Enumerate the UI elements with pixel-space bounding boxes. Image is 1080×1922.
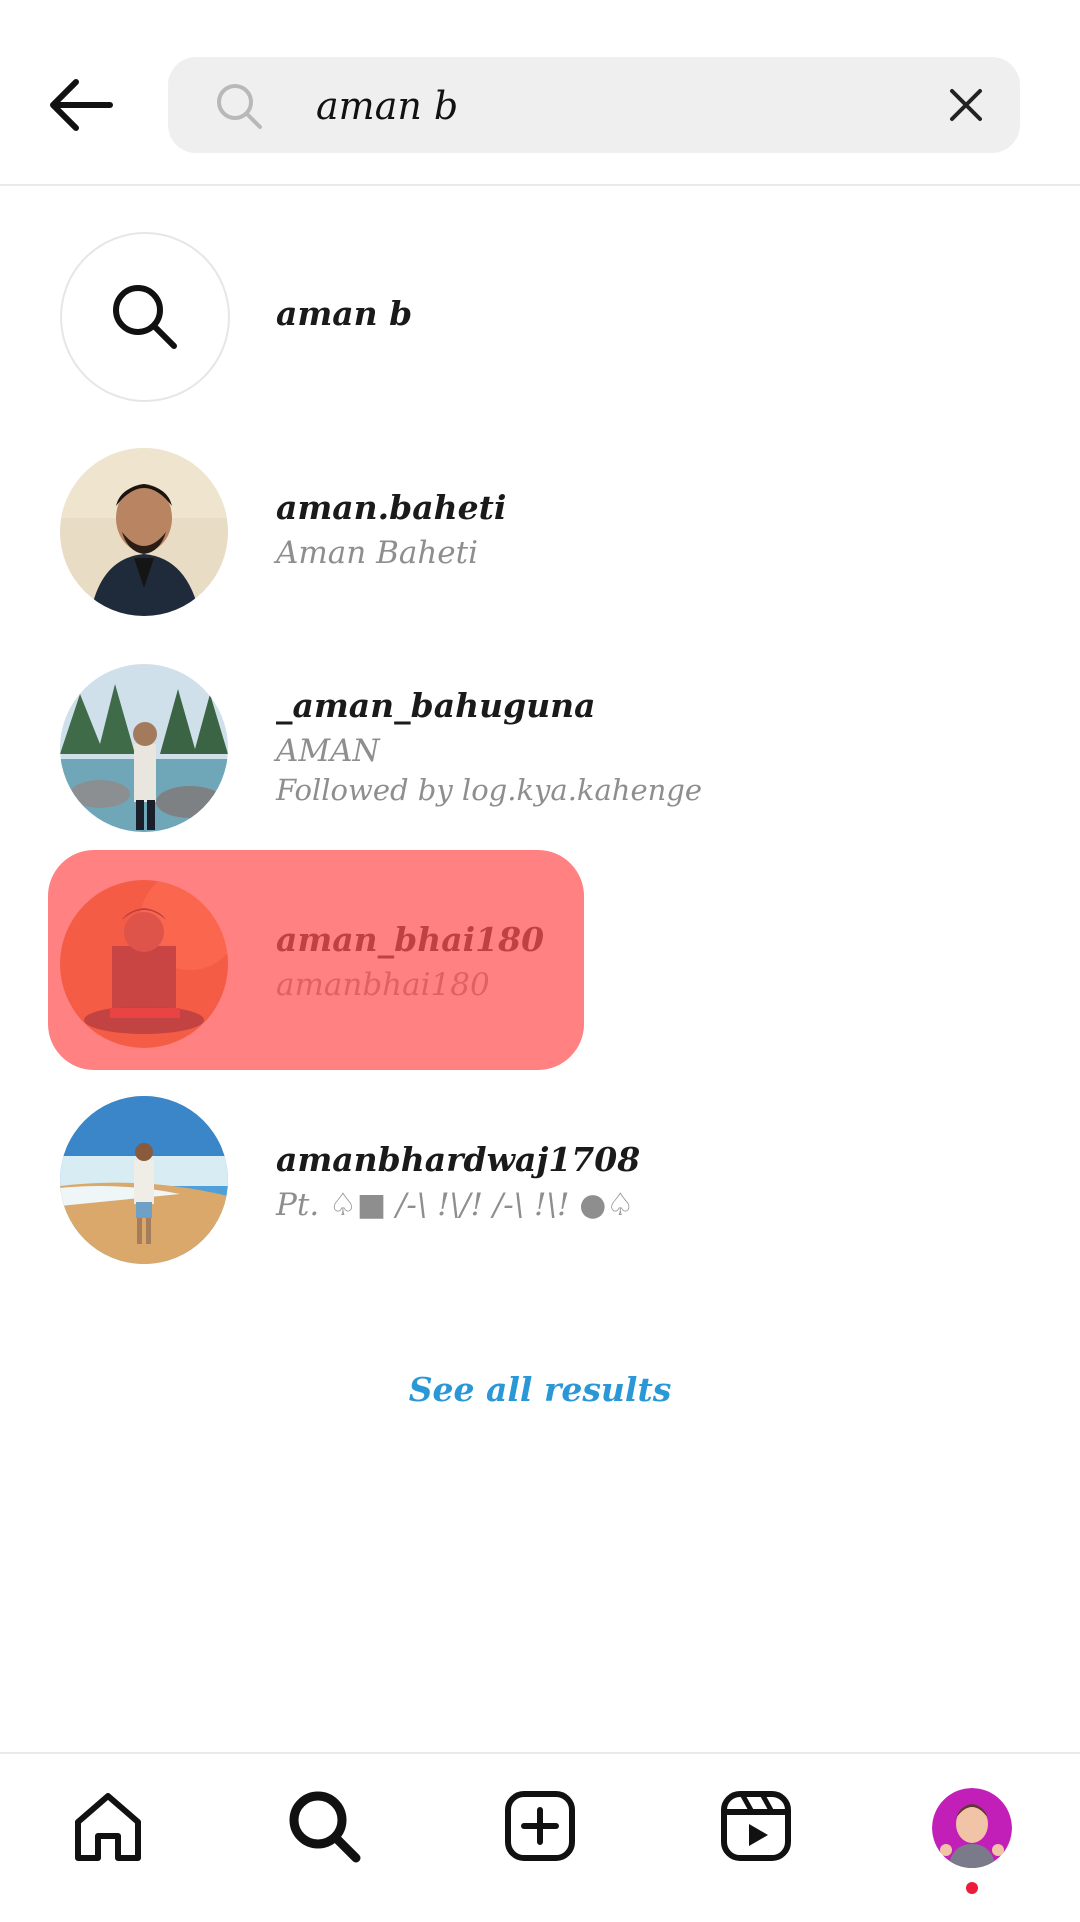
search-suggestion-icon-circle bbox=[60, 232, 230, 402]
result-row[interactable]: aman_bhai180 amanbhai180 bbox=[0, 880, 1080, 1070]
result-fullname: amanbhai180 bbox=[276, 967, 490, 1003]
create-post-icon bbox=[505, 1791, 575, 1861]
result-username: aman.baheti bbox=[276, 488, 507, 527]
result-row[interactable]: amanbhardwaj1708 Pt. ♤■ /-\ !\/! /-\ !\!… bbox=[0, 1096, 1080, 1286]
result-fullname: Pt. ♤■ /-\ !\/! /-\ !\! ●♤ bbox=[276, 1187, 635, 1223]
suggestion-label: aman b bbox=[276, 294, 413, 333]
nav-reels[interactable] bbox=[716, 1786, 796, 1866]
result-fullname: Aman Baheti bbox=[276, 535, 479, 571]
search-icon bbox=[217, 84, 262, 129]
profile-avatar[interactable] bbox=[932, 1788, 1012, 1868]
avatar bbox=[60, 1096, 228, 1264]
search-bar[interactable] bbox=[168, 57, 1020, 153]
clear-search-icon[interactable] bbox=[940, 79, 992, 131]
followed-by-text: Followed by log.kya.kahenge bbox=[276, 773, 703, 807]
result-username: amanbhardwaj1708 bbox=[276, 1140, 641, 1179]
nav-search[interactable] bbox=[284, 1786, 364, 1866]
avatar bbox=[60, 880, 228, 1048]
result-row[interactable]: aman.baheti Aman Baheti bbox=[0, 448, 1080, 638]
result-username: _aman_bahuguna bbox=[276, 686, 596, 725]
bottom-navigation bbox=[0, 1752, 1080, 1922]
search-input[interactable] bbox=[314, 77, 878, 135]
back-arrow-icon bbox=[50, 79, 113, 131]
search-header bbox=[0, 0, 1080, 186]
notification-dot bbox=[966, 1882, 978, 1894]
nav-home[interactable] bbox=[68, 1786, 148, 1866]
avatar bbox=[60, 448, 228, 616]
search-term-suggestion[interactable]: aman b bbox=[0, 232, 1080, 422]
reels-icon bbox=[721, 1791, 791, 1861]
see-all-results-link[interactable]: See all results bbox=[0, 1370, 1080, 1409]
result-username: aman_bhai180 bbox=[276, 920, 545, 959]
nav-create[interactable] bbox=[500, 1786, 580, 1866]
home-icon bbox=[75, 1793, 141, 1861]
search-icon bbox=[113, 285, 177, 349]
avatar bbox=[60, 664, 228, 832]
search-icon bbox=[289, 1791, 361, 1863]
result-row[interactable]: _aman_bahuguna AMAN Followed by log.kya.… bbox=[0, 664, 1080, 854]
result-fullname: AMAN bbox=[276, 733, 380, 769]
back-button[interactable] bbox=[40, 60, 130, 150]
